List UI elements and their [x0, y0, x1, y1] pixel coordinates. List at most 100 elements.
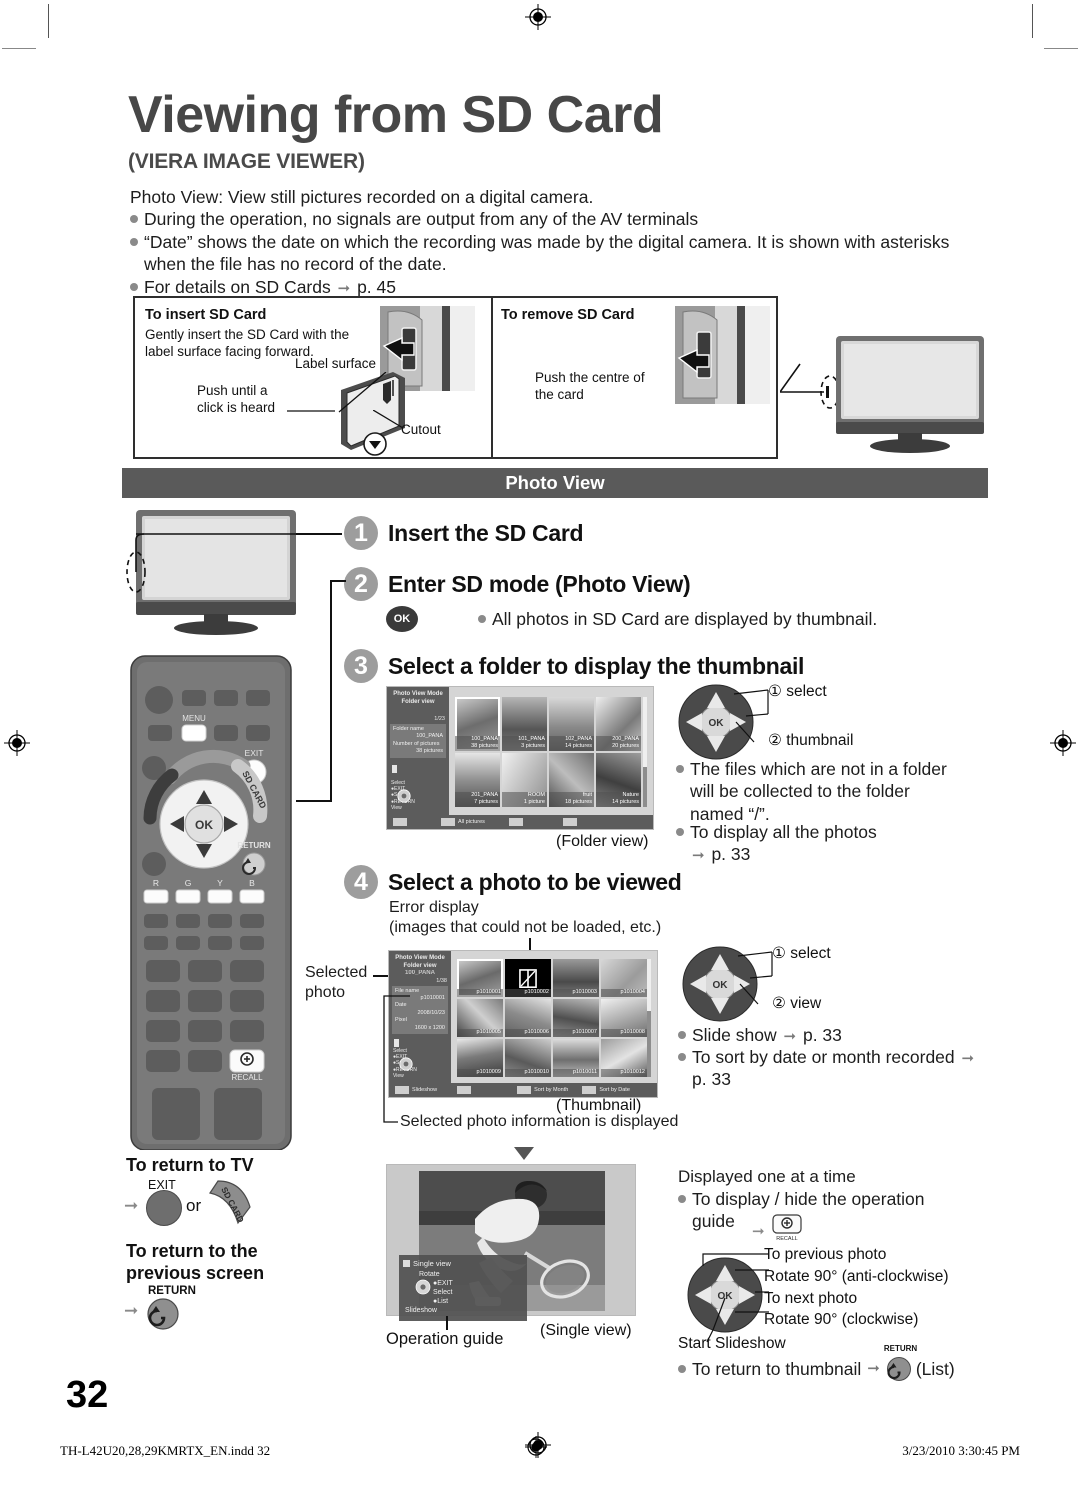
single-view-osd-guide: Single view Rotate ●EXIT Select ●List Sl… [399, 1255, 527, 1321]
step-4-number: 4 [344, 865, 378, 899]
photo-thumbnail[interactable]: p1010001 [457, 959, 503, 997]
folder-tile-name: 102_PANA [565, 735, 592, 742]
step-1-title: Insert the SD Card [388, 519, 584, 546]
thumbnail-folder-name: 100_PANA [405, 970, 435, 976]
single-view-down-arrow-icon [512, 1145, 536, 1166]
push-until-leader-line [287, 410, 335, 412]
step4-bullet-2: To sort by date or month recorded ➞ p. 3… [678, 1046, 978, 1091]
color-key-chip[interactable] [508, 818, 523, 826]
return-to-tv-arrow-icon: ➞ [124, 1196, 139, 1215]
sd-card-key-icon[interactable]: SD CARD [208, 1177, 258, 1229]
color-key-chip[interactable] [562, 818, 577, 826]
registration-mark-footer [525, 1436, 551, 1462]
exit-button-icon[interactable] [146, 1190, 182, 1226]
folder-tile[interactable]: ROOM 1 picture [502, 753, 547, 807]
dpad-right-label: To next photo [764, 1290, 858, 1307]
photo-thumbnail[interactable]: p1010007 [553, 999, 599, 1037]
step2-leader-line-h [330, 580, 346, 582]
return-key-caption: RETURN [883, 1344, 918, 1353]
single-view-notes-bullet-1-text: To display / hide the operation guide [692, 1189, 925, 1232]
single-view-notes-bullet-1: To display / hide the operation guide [678, 1188, 968, 1233]
bullet-dot-icon [678, 1031, 686, 1039]
folder-tile-count: 38 pictures [471, 742, 498, 749]
tv-front-illustration-step1 [126, 510, 296, 635]
list-label: (List) [915, 1358, 955, 1379]
single-view-osd-slideshow: Slideshow [405, 1307, 437, 1315]
folder-tile-name: 200_PANA [612, 735, 639, 742]
color-key-chip[interactable] [441, 818, 455, 826]
photo-thumbnail[interactable]: p1010003 [553, 959, 599, 997]
return-to-previous-heading: To return to the previous screen [126, 1241, 265, 1283]
crop-mark-top-left-horizontal [2, 48, 36, 49]
photo-thumbnail[interactable]: p1010009 [457, 1039, 503, 1077]
remote-control-illustration[interactable]: MENU EXIT SD CARD OK RETURN R G Y B RECA… [126, 648, 296, 1150]
photo-thumbnail[interactable]: p1010005 [457, 999, 503, 1037]
svg-text:Y: Y [217, 878, 223, 888]
folder-tile-count: 14 pictures [612, 798, 639, 805]
page-subtitle: (VIERA IMAGE VIEWER) [128, 150, 365, 173]
bullet-dot-icon [130, 215, 138, 224]
thumbnail-scrollbar[interactable] [647, 959, 651, 1077]
color-key-chip[interactable] [393, 818, 407, 826]
photo-thumbnail[interactable]: p1010006 [505, 999, 551, 1037]
folder-view-scrollbar[interactable] [643, 697, 647, 807]
return-button-icon[interactable] [146, 1297, 180, 1331]
return-to-previous-arrow-icon: ➞ [124, 1301, 139, 1320]
photo-thumbnail[interactable]: p1010010 [505, 1039, 551, 1077]
panel-divider [491, 298, 493, 457]
registration-mark-top [525, 4, 551, 30]
intro-bullet-3-ref: p. 45 [357, 276, 397, 297]
photo-thumbnail[interactable]: p1010011 [553, 1039, 599, 1077]
dpad-rotate-anticlockwise-label: Rotate 90° (anti-clockwise) [764, 1268, 949, 1285]
intro-bullet-1-text: During the operation, no signals are out… [144, 209, 699, 230]
single-view-caption: (Single view) [540, 1322, 632, 1339]
photo-thumbnail-name: p1010007 [553, 1028, 599, 1037]
selected-photo-info-leader-line [383, 995, 410, 1123]
thumbnail-bottom-bar: Slideshow Sort by Month Sort by Date [389, 1083, 657, 1097]
bullet-dot-icon [676, 765, 684, 773]
bullet-dot-icon [130, 282, 138, 291]
folder-tile-name: ROOM [527, 791, 545, 798]
photo-thumbnail-error[interactable]: p1010002 [505, 959, 551, 997]
step2-ok-button[interactable]: OK [386, 606, 418, 632]
folder-tile[interactable]: 102_PANA 14 pictures [549, 697, 594, 751]
folder-tile[interactable]: 101_PANA 3 pictures [502, 697, 547, 751]
thumbnail-count: 1/38 [436, 977, 447, 984]
arrow-right-icon: ➞ [337, 279, 351, 297]
photo-thumbnail[interactable]: p1010012 [601, 1039, 647, 1077]
tv-side-slot-photo-remove [675, 306, 770, 404]
folder-tile-count: 7 pictures [474, 798, 498, 805]
photo-thumbnail-name: p1010011 [553, 1068, 599, 1077]
remove-text: Push the centre of the card [535, 370, 645, 402]
photo-thumbnail-name: p1010005 [457, 1028, 503, 1037]
photo-thumbnail[interactable]: p1010004 [601, 959, 647, 997]
folder-tile[interactable]: 201_PANA 7 pictures [455, 753, 500, 807]
folder-tile[interactable]: 100_PANA 38 pictures [455, 697, 500, 751]
arrow-right-icon: ➞ [783, 1028, 797, 1045]
folder-tile[interactable]: Nature 14 pictures [596, 753, 641, 807]
recall-key-icon[interactable]: RECALL [772, 1214, 802, 1242]
folder-tile[interactable]: fruit 18 pictures [549, 753, 594, 807]
step-4-title: Select a photo to be viewed [388, 868, 682, 895]
registration-mark-right [1050, 730, 1076, 756]
photo-thumbnail-name: p1010002 [505, 988, 551, 997]
thumbnail-bottom-label-sort-date: Sort by Date [599, 1087, 630, 1093]
photo-thumbnail[interactable]: p1010008 [601, 999, 647, 1037]
step1-leader-line [296, 533, 342, 535]
return-button-icon[interactable] [886, 1356, 912, 1382]
or-label: or [186, 1196, 202, 1215]
cutout-leader-line [373, 410, 404, 429]
folder-view-screen: Photo View Mode Folder view 1/23 Folder … [386, 686, 654, 830]
step3-dpad-select-label: ① select [768, 683, 827, 700]
svg-text:G: G [185, 878, 192, 888]
color-key-chip[interactable] [582, 1086, 597, 1094]
folder-view-info-box: Folder name 100_PANA Number of pictures … [390, 724, 446, 758]
step2-leader-line [330, 580, 332, 802]
step2-leader-line-h2 [296, 800, 332, 802]
color-key-chip[interactable] [457, 1086, 472, 1094]
color-key-chip[interactable] [517, 1086, 532, 1094]
photo-thumbnail-name: p1010003 [553, 988, 599, 997]
svg-text:EXIT: EXIT [245, 748, 264, 758]
thumbnail-bottom-label-sort-month: Sort by Month [534, 1087, 569, 1093]
folder-tile[interactable]: 200_PANA 20 pictures [596, 697, 641, 751]
